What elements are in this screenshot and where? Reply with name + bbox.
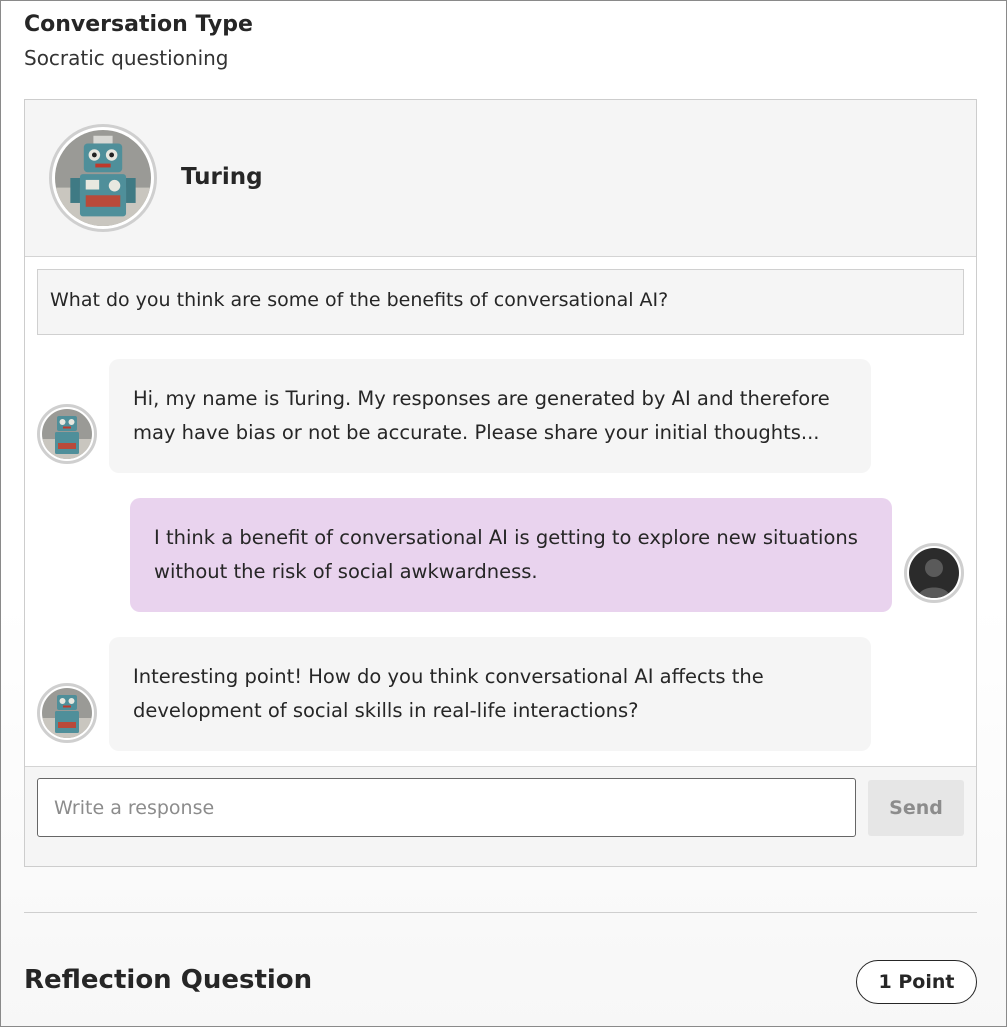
robot-avatar-icon — [55, 130, 151, 226]
response-input[interactable] — [37, 778, 856, 837]
points-badge: 1 Point — [856, 960, 977, 1004]
section-title: Conversation Type — [24, 12, 253, 37]
user-avatar — [904, 543, 964, 603]
robot-avatar-icon — [42, 409, 92, 459]
send-button[interactable]: Send — [868, 780, 964, 836]
bot-name: Turing — [181, 164, 263, 190]
reflection-title: Reflection Question — [24, 965, 313, 995]
conversation-type: Socratic questioning — [24, 46, 229, 70]
bot-avatar-small — [37, 404, 97, 464]
conversation-panel: Conversation Type Socratic questioning T… — [0, 0, 1007, 1027]
user-message: I think a benefit of conversational AI i… — [130, 498, 892, 612]
bot-avatar — [49, 124, 157, 232]
bot-message: Interesting point! How do you think conv… — [109, 637, 871, 751]
robot-avatar-icon — [42, 688, 92, 738]
bot-avatar-small — [37, 683, 97, 743]
section-divider — [24, 912, 977, 913]
response-bar: Send — [25, 766, 976, 866]
chat-header: Turing — [25, 100, 976, 257]
bot-message: Hi, my name is Turing. My responses are … — [109, 359, 871, 473]
chat-box: Turing What do you think are some of the… — [24, 99, 977, 867]
user-silhouette-icon — [909, 548, 959, 598]
prompt-question: What do you think are some of the benefi… — [37, 269, 964, 335]
